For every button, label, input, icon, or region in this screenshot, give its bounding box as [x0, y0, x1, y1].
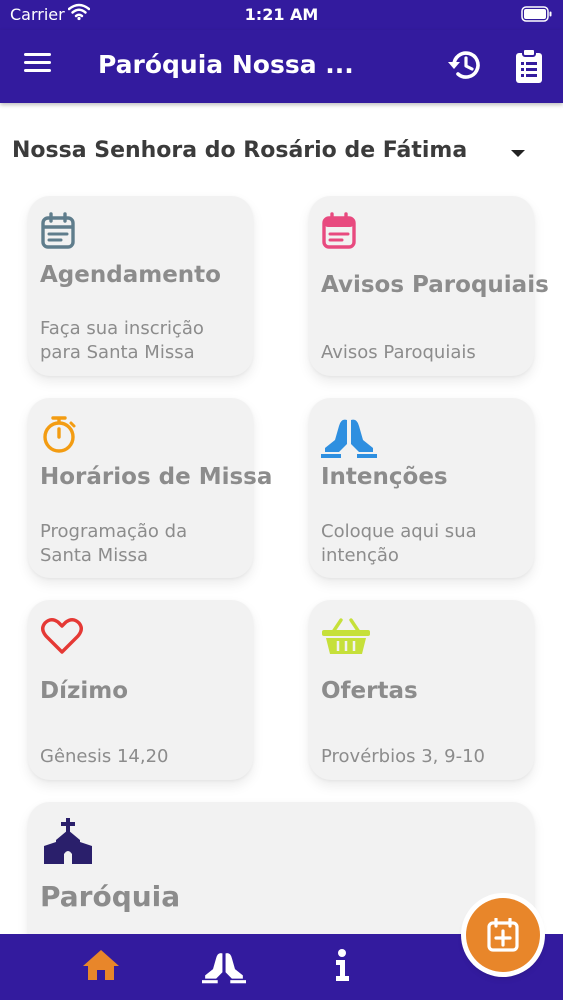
parish-dropdown[interactable]: Nossa Senhora do Rosário de Fátima — [12, 138, 537, 172]
card-subtitle: Coloque aqui sua intenção — [321, 521, 477, 566]
calendar-notes-icon — [321, 212, 357, 254]
battery-icon — [521, 6, 553, 26]
status-bar: Carrier 1:21 AM — [0, 0, 563, 30]
card-dizimo[interactable]: Dízimo Gênesis 14,20 — [28, 600, 253, 780]
clock: 1:21 AM — [244, 5, 319, 24]
parish-dropdown-value: Nossa Senhora do Rosário de Fátima — [12, 138, 468, 163]
calendar-plus-icon — [487, 918, 519, 952]
card-subtitle: Provérbios 3, 9-10 — [321, 746, 485, 767]
info-icon[interactable] — [333, 948, 351, 986]
card-title: Paróquia — [40, 880, 181, 913]
card-title: Avisos Paroquiais — [321, 272, 549, 298]
card-title: Horários de Missa — [40, 464, 273, 490]
card-horarios-de-missa[interactable]: Horários de Missa Programação da Santa M… — [28, 398, 272, 578]
history-icon[interactable] — [446, 48, 482, 86]
praying-hands-icon[interactable] — [202, 948, 246, 988]
card-title: Ofertas — [321, 678, 418, 704]
calendar-icon — [40, 212, 76, 254]
card-agendamento[interactable]: Agendamento Faça sua inscrição para Sant… — [28, 196, 253, 376]
card-title: Dízimo — [40, 678, 129, 704]
chevron-down-icon — [511, 150, 525, 157]
app-title: Paróquia Nossa ... — [98, 50, 354, 79]
home-icon[interactable] — [82, 948, 120, 986]
card-subtitle: Avisos Paroquiais — [321, 342, 476, 363]
add-schedule-button[interactable] — [466, 898, 540, 972]
card-paroquia[interactable]: Paróquia — [28, 802, 534, 952]
card-subtitle: Programação da Santa Missa — [40, 521, 188, 566]
card-subtitle: Gênesis 14,20 — [40, 746, 169, 767]
praying-hands-icon — [321, 414, 377, 462]
app-bar: Paróquia Nossa ... — [0, 30, 563, 103]
heart-icon — [40, 616, 84, 660]
menu-icon[interactable] — [24, 52, 52, 78]
card-avisos-paroquiais[interactable]: Avisos Paroquiais Avisos Paroquiais — [309, 196, 549, 376]
card-intencoes[interactable]: Intenções Coloque aqui sua intenção — [309, 398, 534, 578]
stopwatch-icon — [40, 414, 78, 458]
card-title: Intenções — [321, 464, 448, 490]
basket-icon — [321, 616, 371, 660]
church-icon — [40, 818, 96, 868]
card-subtitle: Faça sua inscrição para Santa Missa — [40, 318, 204, 363]
clipboard-icon[interactable] — [514, 48, 544, 88]
card-title: Agendamento — [40, 262, 221, 288]
card-ofertas[interactable]: Ofertas Provérbios 3, 9-10 — [309, 600, 534, 780]
